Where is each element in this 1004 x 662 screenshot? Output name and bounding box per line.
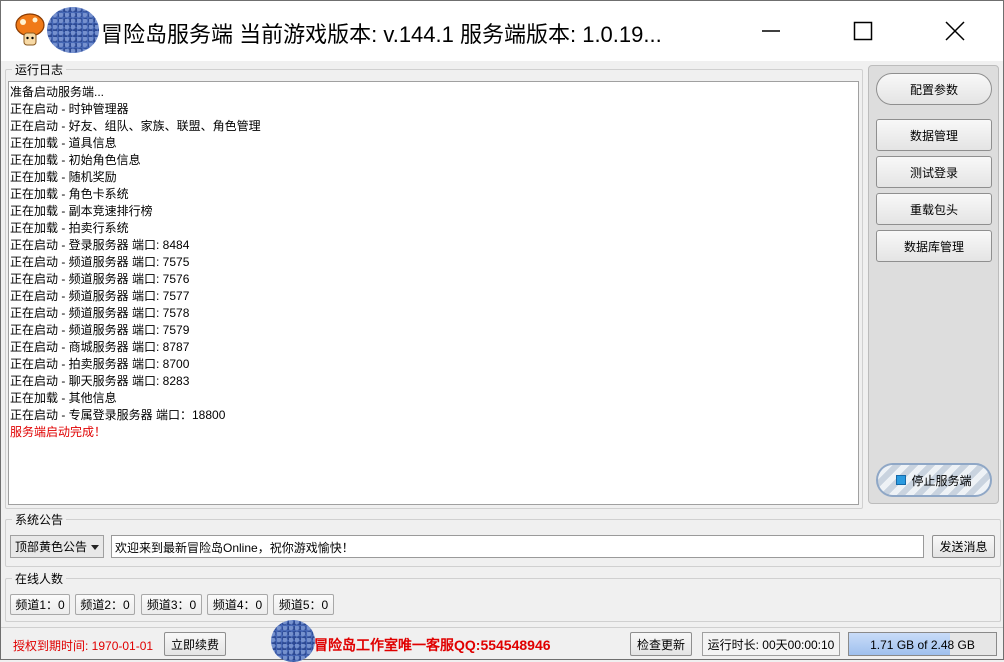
- memory-usage-text: 1.71 GB of 2.48 GB: [870, 638, 975, 652]
- log-group-label: 运行日志: [15, 63, 64, 77]
- log-line: 正在启动 - 频道服务器 端口: 7577: [10, 289, 190, 303]
- log-line: 准备启动服务端...: [10, 85, 105, 99]
- log-line: 正在启动 - 频道服务器 端口: 7579: [10, 323, 190, 337]
- memory-usage-bar: 1.71 GB of 2.48 GB: [848, 632, 997, 656]
- send-message-button[interactable]: 发送消息: [932, 535, 995, 558]
- log-line: 正在启动 - 聊天服务器 端口: 8283: [10, 374, 190, 388]
- log-line: 正在加载 - 副本竞速排行榜: [10, 204, 153, 218]
- channel-5-count: 频道5：0: [273, 594, 334, 615]
- studio-contact-text: 冒险岛工作室唯一客服QQ:554548946: [314, 637, 551, 653]
- logo-mark: [47, 7, 99, 53]
- notice-message-input[interactable]: 欢迎来到最新冒险岛Online，祝你游戏愉快！: [111, 535, 924, 558]
- renew-button[interactable]: 立即续费: [164, 632, 226, 656]
- log-line: 正在启动 - 频道服务器 端口: 7576: [10, 272, 190, 286]
- window-title: 冒险岛服务端 当前游戏版本: v.144.1 服务端版本: 1.0.19...: [101, 22, 662, 47]
- log-line: 正在启动 - 专属登录服务器 端口：18800: [10, 408, 226, 422]
- notice-group-label: 系统公告: [15, 513, 64, 527]
- title-bar[interactable]: 冒险岛服务端 当前游戏版本: v.144.1 服务端版本: 1.0.19...: [1, 1, 1003, 61]
- side-panel: 配置参数 数据管理 测试登录 重载包头 数据库管理 停止服务端: [868, 65, 999, 504]
- notice-type-select[interactable]: 顶部黄色公告: [10, 535, 104, 558]
- log-line: 正在启动 - 拍卖服务器 端口: 8700: [10, 357, 190, 371]
- log-line: 正在启动 - 频道服务器 端口: 7578: [10, 306, 190, 320]
- stop-server-label: 停止服务端: [911, 473, 972, 488]
- log-line: 正在启动 - 时钟管理器: [10, 102, 129, 116]
- log-line: 正在启动 - 好友、组队、家族、联盟、角色管理: [10, 119, 261, 133]
- log-line: 服务端启动完成！: [10, 425, 107, 439]
- log-line: 正在加载 - 随机奖励: [10, 170, 117, 184]
- channel-2-count: 频道2：0: [75, 594, 135, 615]
- maximize-icon: [853, 21, 873, 41]
- minimize-icon: [762, 30, 780, 32]
- maximize-button[interactable]: [817, 1, 909, 61]
- log-line: 正在加载 - 角色卡系统: [10, 187, 129, 201]
- data-management-button[interactable]: 数据管理: [876, 119, 992, 151]
- uptime-display: 运行时长: 00天00:00:10: [702, 632, 840, 656]
- database-management-button[interactable]: 数据库管理: [876, 230, 992, 262]
- log-line: 正在启动 - 登录服务器 端口: 8484: [10, 238, 190, 252]
- check-update-button[interactable]: 检查更新: [630, 632, 692, 656]
- stop-server-button[interactable]: 停止服务端: [876, 463, 992, 497]
- mushroom-icon: [15, 13, 45, 46]
- license-expiry-text: 授权到期时间: 1970-01-01: [13, 639, 154, 653]
- minimize-button[interactable]: [725, 1, 817, 61]
- channel-4-count: 频道4：0: [207, 594, 268, 615]
- notice-type-value: 顶部黄色公告: [15, 540, 88, 554]
- close-icon: [945, 21, 965, 41]
- online-group-label: 在线人数: [15, 572, 64, 586]
- log-textarea[interactable]: 准备启动服务端... 正在启动 - 时钟管理器正在启动 - 好友、组队、家族、联盟…: [8, 81, 859, 505]
- stop-square-icon: [896, 475, 907, 485]
- log-line: 正在启动 - 频道服务器 端口: 7575: [10, 255, 190, 269]
- server-window: 冒险岛服务端 当前游戏版本: v.144.1 服务端版本: 1.0.19... …: [0, 0, 1004, 662]
- log-line: 正在加载 - 初始角色信息: [10, 153, 141, 167]
- log-line: 正在加载 - 道具信息: [10, 136, 117, 150]
- config-button[interactable]: 配置参数: [876, 73, 992, 105]
- channel-1-count: 频道1：0: [10, 594, 70, 615]
- status-bar: 授权到期时间: 1970-01-01 立即续费 冒险岛工作室唯一客服QQ:554…: [1, 620, 1003, 662]
- test-login-button[interactable]: 测试登录: [876, 156, 992, 188]
- chevron-down-icon: [91, 545, 99, 550]
- reload-header-button[interactable]: 重载包头: [876, 193, 992, 225]
- log-line: 正在加载 - 拍卖行系统: [10, 221, 129, 235]
- close-button[interactable]: [909, 1, 1001, 61]
- studio-logo-mark: [271, 620, 315, 662]
- channel-3-count: 频道3：0: [141, 594, 202, 615]
- log-line: 正在启动 - 商城服务器 端口: 8787: [10, 340, 190, 354]
- log-line: 正在加载 - 其他信息: [10, 391, 117, 405]
